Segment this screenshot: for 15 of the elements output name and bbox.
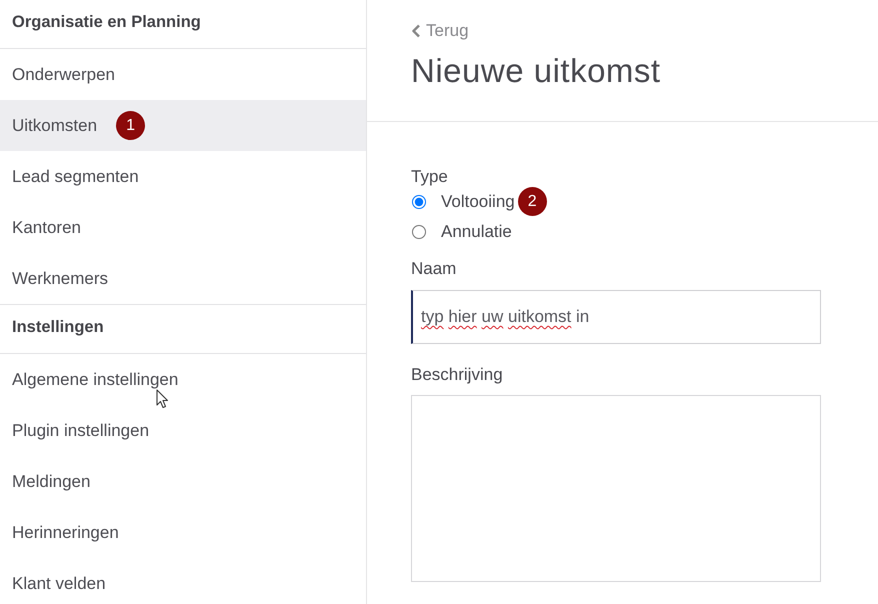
radio-button[interactable] bbox=[412, 194, 426, 208]
callout-number: 2 bbox=[518, 187, 547, 216]
radio-label[interactable]: Annulatie bbox=[441, 222, 512, 242]
field-label: Type bbox=[411, 167, 448, 187]
mouse-pointer-icon bbox=[156, 389, 168, 409]
name-field[interactable]: typ hier uw uitkomst in bbox=[411, 290, 821, 344]
radio-button[interactable] bbox=[412, 224, 426, 238]
field-label: Beschrijving bbox=[411, 365, 503, 385]
description-field[interactable] bbox=[411, 395, 821, 582]
page-title: Nieuwe uitkomst bbox=[411, 52, 662, 90]
callout-number: 1 bbox=[116, 111, 146, 140]
sidebar-item[interactable]: Uitkomsten 1 bbox=[0, 100, 366, 151]
field-label: Naam bbox=[411, 259, 456, 279]
chevron-left-icon bbox=[411, 24, 421, 38]
radio-label[interactable]: Voltooiing bbox=[441, 192, 515, 212]
